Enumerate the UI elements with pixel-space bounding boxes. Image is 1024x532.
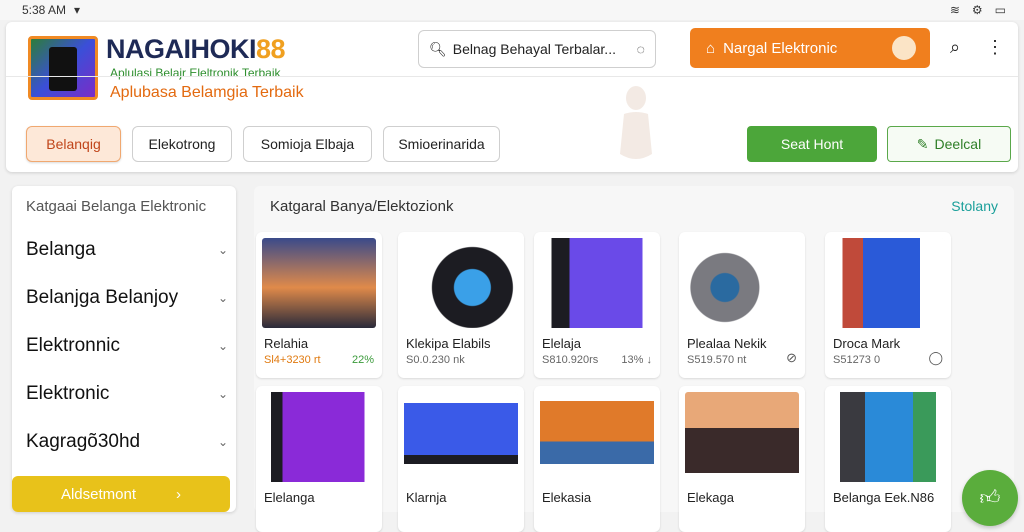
settings-icon[interactable]: ⚙: [972, 3, 983, 17]
wifi-icon: ≋: [949, 3, 960, 17]
product-image: [404, 392, 518, 482]
chat-icon[interactable]: ◌: [637, 41, 645, 57]
header-divider: [6, 76, 1018, 77]
battery-icon: ▭: [994, 3, 1006, 17]
product-name: Plealaa Nekik: [687, 336, 767, 351]
thumbs-up-icon: 👍︎: [979, 487, 1001, 509]
sidebar-cta-label: Aldsetmont: [60, 485, 137, 503]
product-card[interactable]: Relahia Sl4+3230 rt 22%: [256, 232, 382, 378]
chevron-down-icon: ⌄: [217, 387, 228, 401]
avatar: [892, 36, 916, 60]
category-sidebar: Katgaai Belanga Elektronic Belanga ⌄ Bel…: [12, 186, 236, 512]
product-image: [404, 238, 518, 328]
product-card[interactable]: Belanga Eek.N86: [825, 386, 951, 532]
chevron-down-icon: ⌄: [217, 291, 228, 305]
product-image: [262, 238, 376, 328]
floating-action-button[interactable]: 👍︎: [962, 470, 1018, 526]
brand-tagline-secondary: Aplubasa Belamgia Terbaik: [110, 84, 304, 101]
secondary-action-button[interactable]: ✎ Deelcal: [887, 126, 1011, 162]
secondary-action-label: Deelcal: [934, 136, 982, 152]
search-icon: 🔍︎: [429, 40, 447, 57]
product-card[interactable]: Elekaga: [679, 386, 805, 532]
product-price: S0.0.230 nk: [406, 354, 465, 366]
product-card[interactable]: ! Klarnja: [398, 386, 524, 532]
app-header: NAGAIHOKI88 Aplulasi Belajr Eleltronik T…: [6, 22, 1018, 172]
chevron-down-icon: ⌄: [217, 243, 228, 257]
brand-logo[interactable]: [28, 36, 98, 100]
sidebar-item-label: Elektronnic: [26, 335, 120, 356]
product-card[interactable]: Plealaa Nekik S519.570 nt ⊘: [679, 232, 805, 378]
chat-icon[interactable]: ◯: [928, 350, 943, 366]
leaf-icon: ✎: [916, 135, 929, 152]
product-image: [685, 392, 799, 482]
product-card[interactable]: Klekipa Elabils S0.0.230 nk: [398, 232, 524, 378]
sidebar-title: Katgaai Belanga Elektronic: [26, 198, 207, 215]
sidebar-item-label: Kagragõ30hd: [26, 431, 141, 452]
product-price: S810.920rs: [542, 354, 599, 366]
brand-name: NAGAIHOKI88: [106, 34, 286, 65]
product-card[interactable]: Elelaja S810.920rs 13% ↓: [534, 232, 660, 378]
product-card[interactable]: Elekasia: [534, 386, 660, 532]
sidebar-item-1[interactable]: Belanga ⌄: [26, 226, 232, 274]
sidebar-item-label: Belanjga Belanjoy: [26, 287, 179, 308]
sidebar-item-label: Belanga: [26, 239, 96, 260]
category-tab-1[interactable]: Belanqig: [26, 126, 121, 162]
chevron-right-icon: ›: [176, 485, 182, 503]
notification-icon: ▾: [74, 3, 81, 17]
sidebar-cta-button[interactable]: Aldsetmont ›: [12, 476, 230, 512]
model-watermark: [620, 86, 652, 159]
product-name: Elelanga: [264, 490, 315, 505]
chevron-down-icon: ⌄: [217, 435, 228, 449]
sidebar-item-2[interactable]: Belanjga Belanjoy ⌄: [26, 274, 232, 322]
electronics-button[interactable]: ⌂ Nargal Elektronic: [690, 28, 930, 68]
chevron-down-icon: ⌄: [217, 339, 228, 353]
sidebar-item-label: Elektronic: [26, 383, 110, 404]
product-image: [262, 392, 376, 482]
category-tab-2[interactable]: Elekotrong: [132, 126, 232, 162]
product-extra: 13% ↓: [621, 354, 652, 366]
product-name: Droca Mark: [833, 336, 901, 351]
product-name: Elelaja: [542, 336, 582, 351]
sidebar-item-4[interactable]: Elektronic ⌄: [26, 370, 232, 418]
sidebar-item-3[interactable]: Elektronnic ⌄: [26, 322, 232, 370]
more-menu-icon[interactable]: ⋮: [982, 34, 1008, 60]
product-card[interactable]: Elelanga: [256, 386, 382, 532]
product-name: Relahia: [264, 336, 309, 351]
product-price: Sl4+3230 rt: [264, 354, 321, 366]
product-image: [831, 238, 945, 328]
product-name: Klekipa Elabils: [406, 336, 491, 351]
brand-tagline-primary: Aplulasi Belajr Eleltronik Terbaik: [110, 66, 281, 80]
search-icon-button[interactable]: ⌕: [942, 34, 968, 60]
product-card[interactable]: ♡ Droca Mark S51273 0 ◯: [825, 232, 951, 378]
product-image: [831, 392, 945, 482]
product-name: Elekaga: [687, 490, 734, 505]
product-name: Klarnja: [406, 490, 447, 505]
brand-name-number: 88: [256, 34, 286, 64]
product-name: Elekasia: [542, 490, 592, 505]
product-section: Katgaral Banya/Elektozionk Stolany Relah…: [254, 186, 1014, 532]
search-bar[interactable]: 🔍︎ Belnag Behayal Terbalar... ◌: [418, 30, 656, 68]
section-title: Katgaral Banya/Elektozionk: [270, 198, 454, 215]
status-time: 5:38 AM: [22, 3, 67, 17]
product-image: [540, 392, 654, 482]
search-input[interactable]: Belnag Behayal Terbalar...: [453, 41, 637, 57]
product-image: [540, 238, 654, 328]
compare-icon[interactable]: ⊘: [786, 350, 797, 366]
primary-action-button[interactable]: Seat Hont: [747, 126, 877, 162]
product-price: S51273 0: [833, 354, 881, 366]
sidebar-item-5[interactable]: Kagragõ30hd ⌄: [26, 418, 232, 466]
brand-name-text: NAGAIHOKI: [106, 34, 257, 64]
product-image: [685, 238, 799, 328]
status-bar: 5:38 AM ▾ ≋ ⚙ ▭: [0, 0, 1024, 20]
electronics-button-label: Nargal Elektronic: [723, 39, 838, 57]
lock-icon: ⌂: [706, 39, 716, 57]
product-name: Belanga Eek.N86: [833, 490, 935, 505]
product-price: S519.570 nt: [687, 354, 747, 366]
category-tab-3[interactable]: Somioja Elbaja: [243, 126, 372, 162]
category-tab-4[interactable]: Smioerinarida: [383, 126, 500, 162]
see-all-link[interactable]: Stolany: [951, 198, 998, 214]
product-discount: 22%: [351, 354, 374, 366]
